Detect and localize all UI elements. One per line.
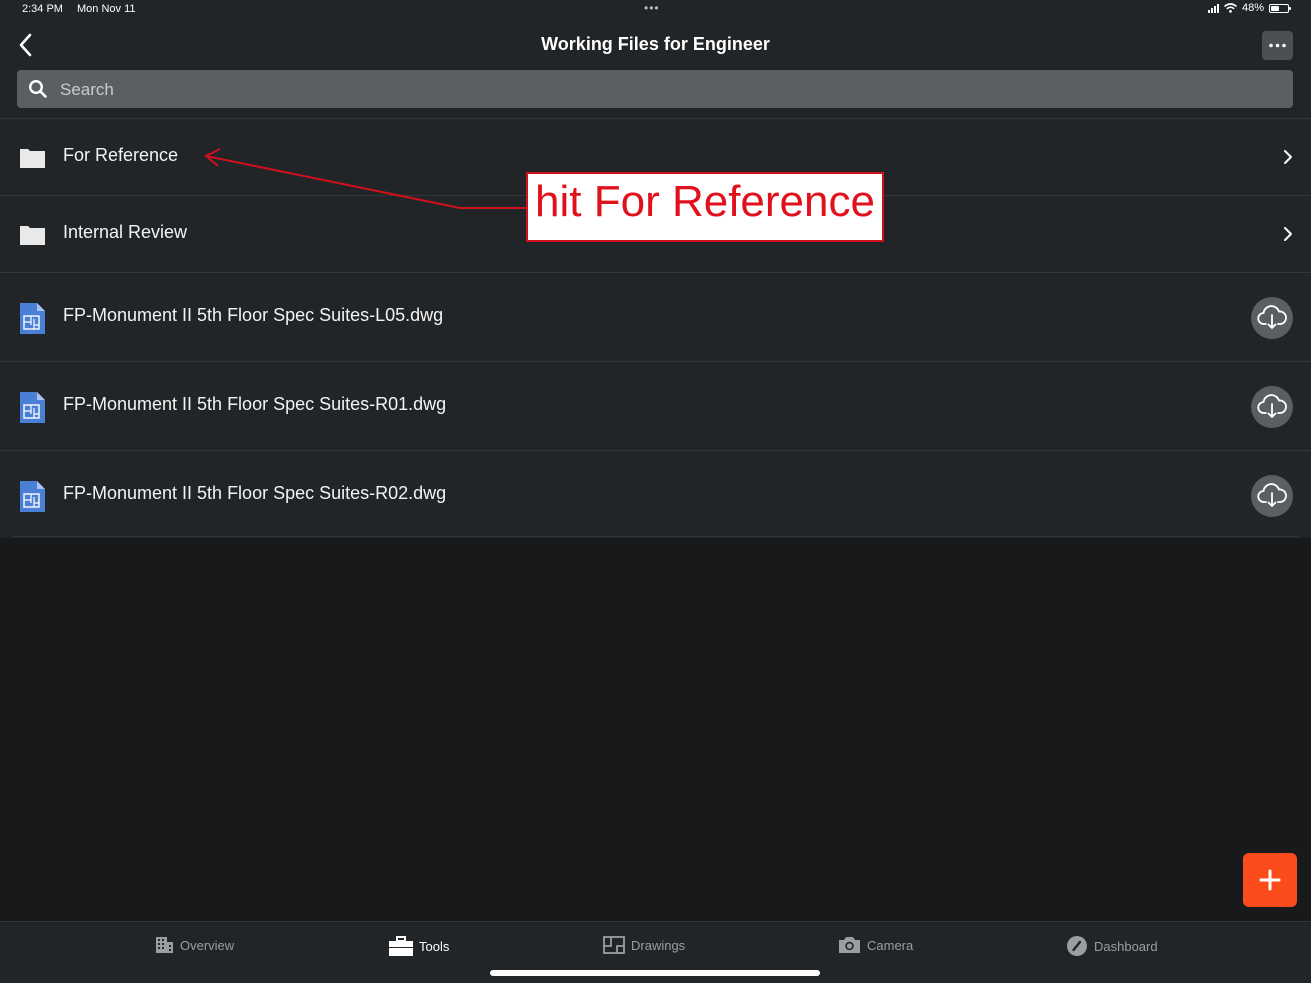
tab-label: Tools	[419, 938, 450, 954]
dwg-file-icon	[20, 303, 45, 334]
tab-tools[interactable]: Tools	[389, 936, 449, 956]
ellipsis-icon	[1269, 43, 1286, 48]
folder-label: Internal Review	[63, 222, 188, 242]
annotation-text: hit For Reference	[535, 177, 875, 226]
file-row[interactable]: FP-Monument II 5th Floor Spec Suites-R01…	[0, 361, 1311, 450]
dwg-file-icon	[20, 481, 45, 512]
file-label: FP-Monument II 5th Floor Spec Suites-L05…	[63, 305, 444, 325]
drawings-icon	[603, 936, 625, 954]
status-date: Mon Nov 11	[77, 3, 136, 15]
file-label: FP-Monument II 5th Floor Spec Suites-R02…	[63, 483, 447, 503]
tab-label: Drawings	[631, 937, 686, 953]
tab-overview[interactable]: Overview	[155, 936, 234, 954]
status-bar: 2:34 PM Mon Nov 11 ••• 48%	[0, 0, 1311, 20]
add-button[interactable]	[1243, 853, 1297, 907]
tab-label: Overview	[180, 937, 235, 953]
camera-icon	[839, 937, 860, 953]
tab-drawings[interactable]: Drawings	[603, 936, 685, 954]
cloud-download-icon	[1257, 394, 1287, 418]
search-input[interactable]: Search	[17, 70, 1293, 108]
search-icon	[28, 79, 47, 98]
navigation-bar: Working Files for Engineer	[0, 20, 1311, 70]
tab-camera[interactable]: Camera	[838, 936, 913, 954]
status-indicators: 48%	[1207, 2, 1291, 14]
battery-percent: 48%	[1241, 2, 1264, 14]
chevron-right-icon	[1284, 227, 1292, 241]
file-row[interactable]: FP-Monument II 5th Floor Spec Suites-R02…	[0, 450, 1311, 539]
home-indicator[interactable]	[490, 970, 820, 976]
tab-dashboard[interactable]: Dashboard	[1066, 936, 1158, 956]
toolbox-icon	[389, 936, 413, 956]
file-label: FP-Monument II 5th Floor Spec Suites-R01…	[63, 394, 447, 414]
dwg-file-icon	[20, 392, 45, 423]
wifi-icon	[1223, 3, 1237, 13]
battery-icon	[1269, 3, 1291, 13]
tab-label: Dashboard	[1094, 938, 1158, 954]
download-button[interactable]	[1251, 297, 1293, 339]
building-icon	[156, 937, 173, 953]
annotation-callout: hit For Reference	[526, 172, 884, 242]
folder-icon	[20, 226, 45, 245]
multitasking-dots[interactable]: •••	[644, 1, 660, 15]
list-divider	[13, 536, 1298, 537]
file-row[interactable]: FP-Monument II 5th Floor Spec Suites-L05…	[0, 272, 1311, 361]
download-button[interactable]	[1251, 475, 1293, 517]
more-options-button[interactable]	[1262, 31, 1293, 60]
cellular-signal-icon	[1207, 3, 1219, 13]
download-button[interactable]	[1251, 386, 1293, 428]
status-time: 2:34 PM	[22, 3, 63, 15]
cloud-download-icon	[1257, 483, 1287, 507]
cloud-download-icon	[1257, 305, 1287, 329]
folder-icon	[20, 149, 45, 168]
plus-icon	[1259, 869, 1281, 891]
page-title: Working Files for Engineer	[541, 34, 770, 54]
tab-label: Camera	[867, 937, 914, 953]
search-placeholder: Search	[60, 80, 114, 99]
gauge-icon	[1067, 936, 1087, 956]
folder-label: For Reference	[63, 145, 179, 165]
chevron-right-icon	[1284, 150, 1292, 164]
